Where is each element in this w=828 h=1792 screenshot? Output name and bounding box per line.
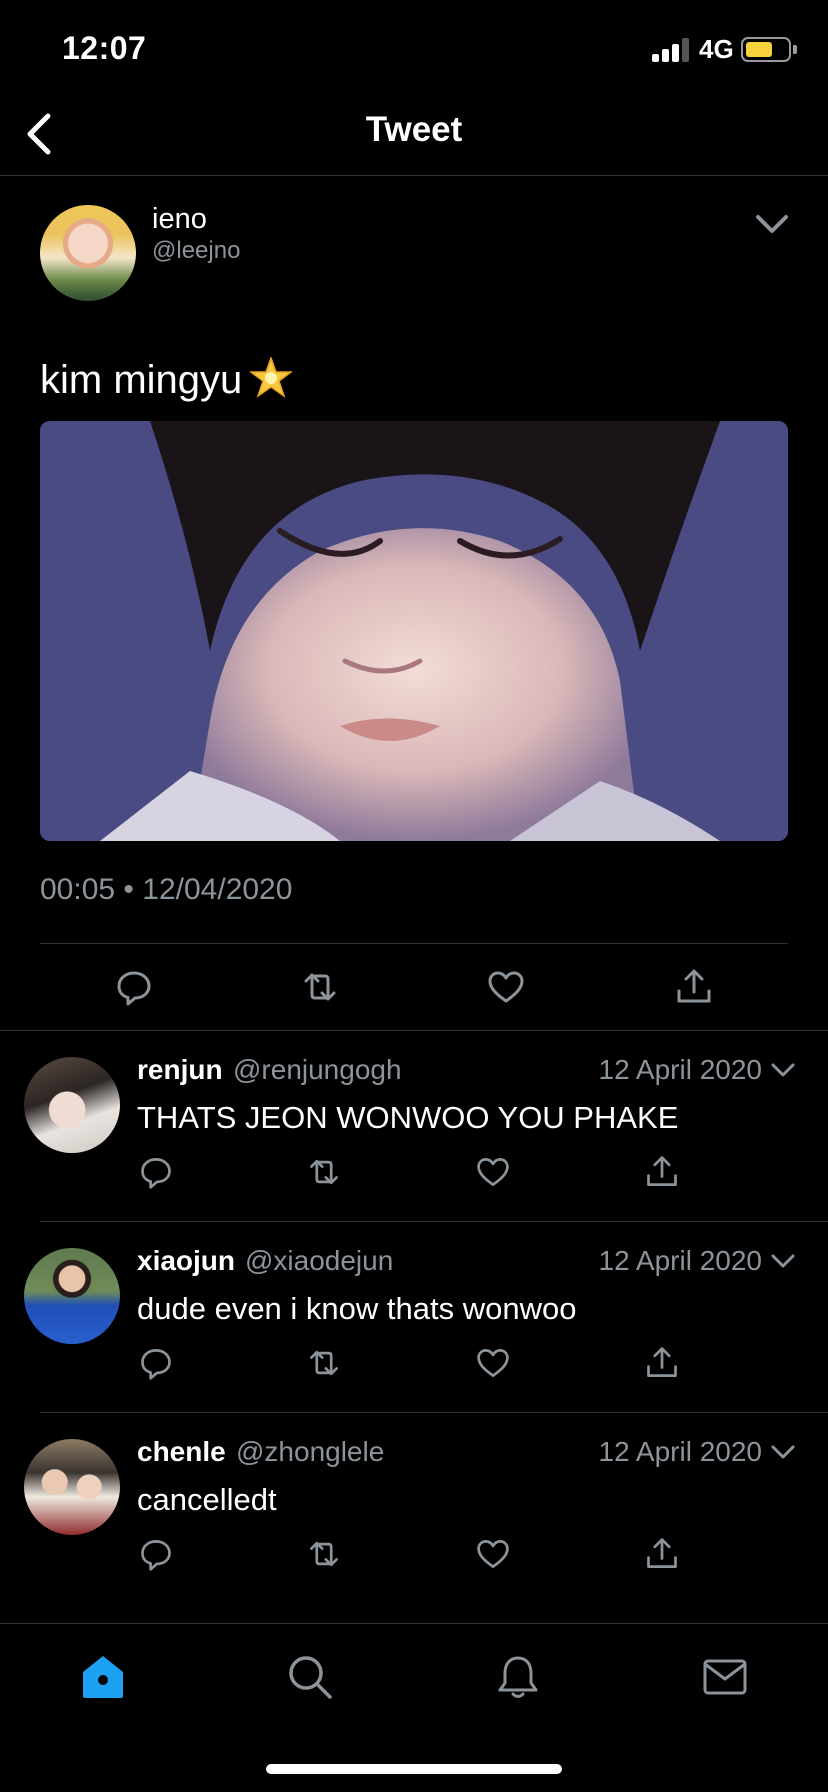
tweet-time: 00:05: [40, 873, 116, 906]
nav-bar: Tweet: [0, 96, 828, 176]
reply-author-handle[interactable]: @xiaodejun: [245, 1245, 393, 1277]
tab-notifications[interactable]: [493, 1652, 543, 1702]
home-indicator: [266, 1764, 562, 1774]
reply-item[interactable]: renjun @renjungogh 12 April 2020 THATS J…: [0, 1032, 828, 1222]
reply-icon[interactable]: [114, 967, 154, 1007]
share-icon[interactable]: [644, 1345, 680, 1381]
author-name[interactable]: ieno: [152, 203, 207, 236]
reply-text: dude even i know thats wonwoo: [137, 1291, 577, 1326]
meta-separator: •: [123, 873, 134, 906]
reply-actions: [0, 1536, 828, 1580]
tweet-timestamp: 00:05 • 12/04/2020: [40, 873, 292, 907]
chevron-down-icon[interactable]: [752, 209, 792, 239]
retweet-icon[interactable]: [306, 1154, 342, 1190]
share-icon[interactable]: [674, 967, 714, 1007]
network-label: 4G: [699, 34, 734, 64]
reply-author-name[interactable]: chenle: [137, 1436, 226, 1468]
divider: [40, 1221, 828, 1222]
reply-text: cancelledt: [137, 1482, 277, 1517]
tweet-date: 12/04/2020: [142, 873, 293, 906]
bell-icon: [498, 1656, 538, 1698]
heart-icon[interactable]: [486, 967, 526, 1007]
divider: [40, 1412, 828, 1413]
reply-author-handle[interactable]: @zhonglele: [236, 1436, 384, 1468]
reply-avatar[interactable]: [24, 1057, 120, 1153]
tweet-text-content: kim mingyu: [40, 358, 243, 402]
reply-date: 12 April 2020: [598, 1054, 762, 1085]
reply-author-name[interactable]: renjun: [137, 1054, 223, 1086]
reply-icon[interactable]: [138, 1154, 174, 1190]
reply-actions: [0, 1345, 828, 1389]
heart-icon[interactable]: [475, 1536, 511, 1572]
battery-icon: [741, 37, 791, 62]
reply-avatar[interactable]: [24, 1248, 120, 1344]
reply-item[interactable]: chenle @zhonglele 12 April 2020 cancelle…: [0, 1414, 828, 1604]
tab-home[interactable]: [78, 1652, 128, 1702]
reply-avatar[interactable]: [24, 1439, 120, 1535]
home-icon: [83, 1656, 123, 1698]
reply-actions: [0, 1154, 828, 1198]
battery-cap: [793, 45, 797, 54]
status-time: 12:07: [62, 30, 147, 66]
chevron-down-icon[interactable]: [770, 1060, 796, 1080]
tab-messages[interactable]: [700, 1652, 750, 1702]
back-icon[interactable]: [20, 112, 64, 156]
reply-text: THATS JEON WONWOO YOU PHAKE: [137, 1100, 679, 1135]
author-handle[interactable]: @leejno: [152, 237, 240, 265]
tab-search[interactable]: [285, 1652, 335, 1702]
reply-item[interactable]: xiaojun @xiaodejun 12 April 2020 dude ev…: [0, 1223, 828, 1413]
signal-icon: [652, 38, 692, 62]
status-bar: 12:07 4G: [0, 0, 828, 96]
tweet-photo[interactable]: [40, 421, 788, 841]
reply-author-name[interactable]: xiaojun: [137, 1245, 235, 1277]
search-icon: [289, 1656, 332, 1699]
reply-date: 12 April 2020: [598, 1245, 762, 1276]
author-avatar[interactable]: [40, 205, 136, 301]
retweet-icon[interactable]: [306, 1345, 342, 1381]
divider: [40, 943, 788, 944]
reply-icon[interactable]: [138, 1536, 174, 1572]
retweet-icon[interactable]: [306, 1536, 342, 1572]
tweet-actions: [0, 967, 828, 1017]
reply-icon[interactable]: [138, 1345, 174, 1381]
heart-icon[interactable]: [475, 1154, 511, 1190]
page-title: Tweet: [365, 110, 463, 149]
share-icon[interactable]: [644, 1536, 680, 1572]
star-emoji: [249, 355, 294, 399]
reply-author-handle[interactable]: @renjungogh: [233, 1054, 402, 1086]
retweet-icon[interactable]: [300, 967, 340, 1007]
mail-icon: [703, 1659, 747, 1695]
tweet-text: kim mingyu: [40, 355, 294, 405]
chevron-down-icon[interactable]: [770, 1442, 796, 1462]
reply-date: 12 April 2020: [598, 1436, 762, 1467]
share-icon[interactable]: [644, 1154, 680, 1190]
heart-icon[interactable]: [475, 1345, 511, 1381]
chevron-down-icon[interactable]: [770, 1251, 796, 1271]
main-tweet: ieno @leejno kim mingyu 00:05 • 12/04/20…: [0, 177, 828, 1031]
